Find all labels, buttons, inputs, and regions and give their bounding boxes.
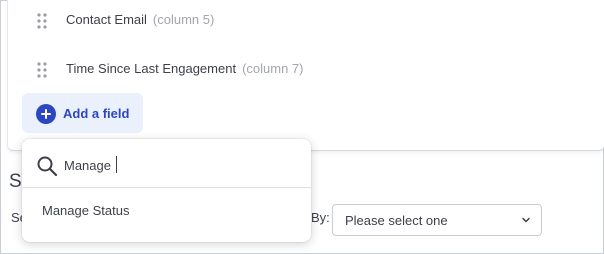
field-label: Time Since Last Engagement (column 7)	[66, 61, 303, 76]
text-caret	[116, 156, 117, 173]
sort-by-select[interactable]: Please select one	[332, 204, 542, 236]
search-icon	[37, 156, 58, 177]
search-row	[22, 139, 311, 188]
field-label: Contact Email (column 5)	[66, 12, 214, 27]
app-frame: Contact Email (column 5) Time Since Last …	[0, 0, 604, 254]
select-value: Please select one	[345, 213, 448, 228]
search-result-item[interactable]: Manage Status	[22, 197, 311, 225]
field-search-input[interactable]	[64, 153, 294, 177]
drag-handle-icon[interactable]	[36, 61, 48, 79]
field-row-time-since-last-engagement: Time Since Last Engagement (column 7)	[8, 55, 568, 85]
selected-fields-panel: Contact Email (column 5) Time Since Last …	[7, 0, 604, 151]
section-heading-fragment: S	[9, 171, 22, 192]
field-column: (column 5)	[152, 12, 215, 27]
drag-handle-icon[interactable]	[36, 12, 48, 30]
chevron-down-icon	[522, 217, 530, 223]
field-column: (column 7)	[242, 61, 304, 76]
add-field-label: Add a field	[63, 106, 130, 121]
plus-circle-icon	[36, 104, 56, 124]
field-name: Time Since Last Engagement	[66, 61, 237, 76]
field-row-contact-email: Contact Email (column 5)	[8, 6, 568, 36]
add-field-button[interactable]: Add a field	[22, 93, 143, 133]
by-label: By:	[311, 210, 330, 225]
search-result-label: Manage Status	[42, 203, 130, 218]
field-name: Contact Email	[66, 12, 147, 27]
field-search-popover: Manage Status	[22, 139, 311, 242]
